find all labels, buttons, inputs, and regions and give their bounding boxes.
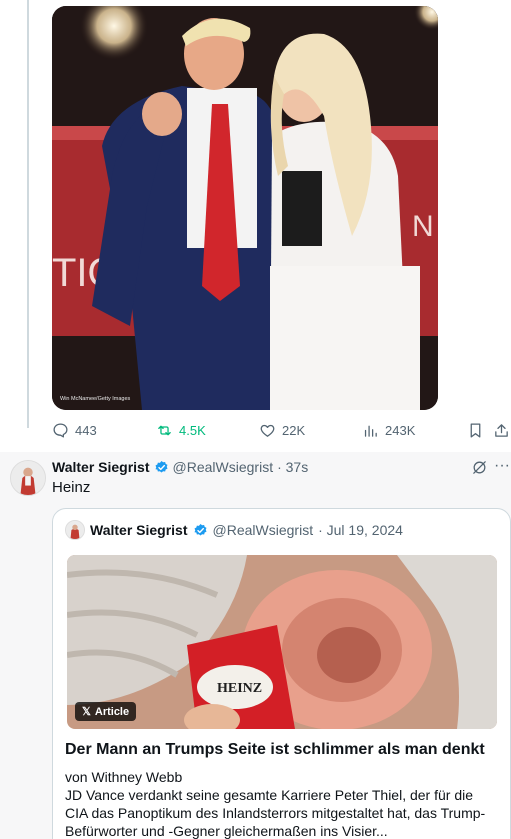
quoted-avatar-image	[66, 521, 84, 539]
tweet[interactable]: Walter Siegrist @RealWsiegrist · 37s ···…	[0, 452, 511, 839]
heart-icon	[260, 424, 275, 437]
quoted-author-handle: @RealWsiegrist	[212, 522, 314, 538]
reply-icon	[53, 422, 68, 438]
avatar-image	[11, 461, 45, 495]
repost-icon	[158, 425, 171, 435]
photo-illustration: TIO N U	[52, 6, 438, 410]
verified-badge-icon	[194, 523, 207, 535]
reply-count: 443	[75, 422, 97, 438]
quoted-author-name: Walter Siegrist	[90, 522, 188, 538]
stage-text-right: N U	[412, 210, 438, 243]
grok-icon[interactable]	[471, 459, 488, 476]
avatar[interactable]	[10, 460, 46, 496]
article-byline: von Withney Webb	[65, 769, 183, 785]
views-icon	[364, 425, 377, 437]
repost-count: 4.5K	[179, 422, 206, 438]
tweet-header: Walter Siegrist @RealWsiegrist · 37s	[52, 459, 308, 475]
tweet-text: Heinz	[52, 479, 91, 496]
reply-button[interactable]: 443	[52, 420, 97, 440]
heinz-packet-label: HEINZ	[217, 681, 262, 696]
x-logo-icon: 𝕏	[82, 706, 91, 718]
more-options-icon[interactable]: ···	[494, 457, 510, 475]
views-button[interactable]: 243K	[362, 420, 415, 440]
tweet-actions: 443 4.5K 22K 243K	[52, 420, 511, 442]
quoted-avatar	[65, 520, 85, 540]
view-count: 243K	[385, 422, 416, 438]
quoted-tweet[interactable]: Walter Siegrist @RealWsiegrist · Jul 19,…	[52, 508, 511, 839]
article-badge: 𝕏 Article	[75, 702, 137, 721]
article-excerpt: JD Vance verdankt seine gesamte Karriere…	[65, 787, 486, 839]
article-badge-label: Article	[94, 705, 130, 718]
quoted-tweet-header: Walter Siegrist @RealWsiegrist · Jul 19,…	[65, 520, 403, 540]
verified-badge-icon	[155, 460, 168, 472]
author-name[interactable]: Walter Siegrist	[52, 459, 150, 475]
bookmark-button[interactable]	[467, 420, 484, 440]
bookmark-icon	[470, 422, 481, 438]
like-button[interactable]: 22K	[259, 420, 305, 440]
article-title[interactable]: Der Mann an Trumps Seite ist schlimmer a…	[65, 741, 485, 759]
article-image[interactable]: HEINZ 𝕏 Article	[67, 555, 497, 729]
tweet-time[interactable]: · 37s	[277, 459, 308, 475]
quoted-tweet-date: · Jul 19, 2024	[318, 522, 403, 538]
tweet-photo[interactable]: TIO N U Win McNamee/Getty Images	[52, 6, 438, 410]
share-icon	[495, 423, 508, 437]
share-button[interactable]	[493, 420, 510, 440]
photo-credit: Win McNamee/Getty Images	[60, 396, 131, 402]
repost-button[interactable]: 4.5K	[156, 420, 206, 440]
like-count: 22K	[282, 422, 306, 438]
thread-line	[27, 0, 29, 428]
author-handle[interactable]: @RealWsiegrist	[173, 459, 274, 475]
